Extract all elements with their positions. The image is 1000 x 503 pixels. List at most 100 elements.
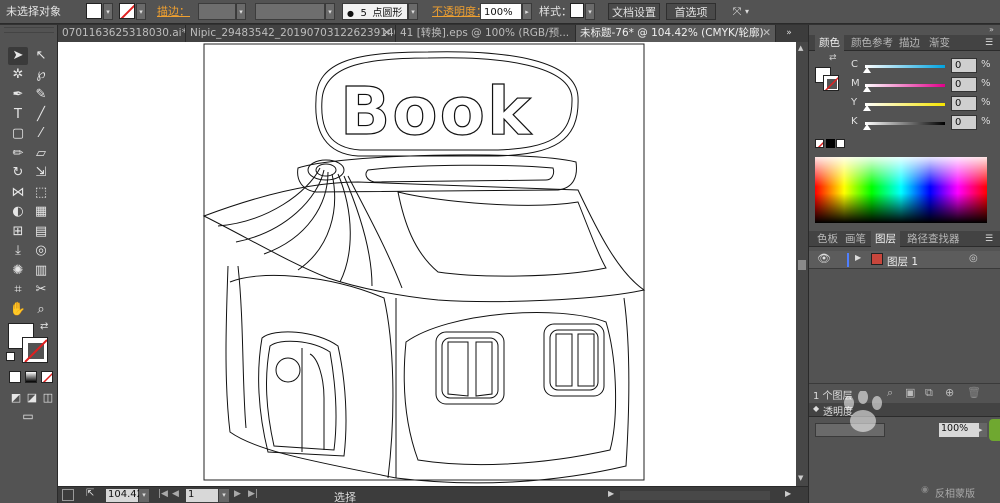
next-artboard-icon[interactable]: ▶	[234, 489, 241, 499]
brush-definition[interactable]: ● 5 点圆形	[342, 3, 408, 20]
zoom-dropdown[interactable]: ▾	[139, 489, 149, 502]
yellow-track[interactable]	[865, 103, 945, 106]
first-artboard-icon[interactable]: |◀	[158, 489, 168, 499]
slider-knob[interactable]	[863, 105, 871, 111]
status-menu-icon[interactable]: ▶	[608, 489, 614, 498]
free-transform-tool-icon[interactable]: ⬚	[31, 184, 51, 202]
artboard-tool-icon[interactable]: ⌗	[8, 281, 28, 299]
default-colors-icon[interactable]	[6, 352, 15, 361]
black-color-icon[interactable]	[826, 139, 835, 148]
layer-name[interactable]: 图层 1	[887, 254, 918, 269]
none-color-icon[interactable]	[815, 139, 824, 148]
magenta-field[interactable]: 0	[951, 77, 977, 92]
tab-color-guide[interactable]: 颜色参考	[847, 35, 897, 51]
style-dropdown[interactable]: ▾	[585, 3, 595, 20]
panel-menu-icon[interactable]: ☰	[985, 231, 993, 247]
color-mode-icon[interactable]	[9, 371, 21, 383]
panel-menu-icon[interactable]: ☰	[985, 35, 993, 51]
black-field[interactable]: 0	[951, 115, 977, 130]
pencil-tool-icon[interactable]: ✏	[8, 145, 28, 163]
mesh-tool-icon[interactable]: ⊞	[8, 223, 28, 241]
arrange-icon[interactable]: ⤧	[727, 3, 747, 20]
horizontal-scrollbar[interactable]	[620, 491, 770, 500]
column-graph-tool-icon[interactable]: ▥	[31, 262, 51, 280]
panel-grip[interactable]	[4, 27, 54, 33]
close-icon[interactable]: ✕	[382, 25, 391, 42]
scroll-right-icon[interactable]: ▶	[785, 489, 791, 498]
stroke-dropdown[interactable]: ▾	[136, 3, 146, 20]
tab-layers[interactable]: 图层	[871, 231, 900, 247]
profile-dropdown[interactable]: ▾	[325, 3, 335, 20]
canvas-area[interactable]: Book	[58, 42, 796, 486]
slice-tool-icon[interactable]: ✂	[31, 281, 51, 299]
gradient-mode-icon[interactable]	[25, 371, 37, 383]
collapse-arrows-icon[interactable]: ◆	[813, 404, 819, 413]
hand-tool-icon[interactable]: ✋	[8, 301, 28, 319]
tab-overflow-icon[interactable]: »	[782, 25, 796, 42]
new-sublayer-icon[interactable]: ⧉	[925, 386, 933, 400]
doc-setup-button[interactable]: 文档设置	[608, 3, 660, 20]
pen-tool-icon[interactable]: ✒	[8, 86, 28, 104]
close-icon[interactable]: ✕	[762, 25, 771, 42]
zoom-tool-icon[interactable]: ⌕	[31, 301, 51, 319]
perspective-grid-tool-icon[interactable]: ▦	[31, 203, 51, 221]
rectangle-tool-icon[interactable]: ▢	[8, 125, 28, 143]
opacity-dropdown[interactable]: ▸	[522, 3, 532, 20]
slider-knob[interactable]	[863, 67, 871, 73]
brush-dropdown[interactable]: ▾	[408, 3, 418, 20]
cyan-track[interactable]	[865, 65, 945, 68]
symbol-sprayer-tool-icon[interactable]: ✺	[8, 262, 28, 280]
black-track[interactable]	[865, 122, 945, 125]
artboard-number-field[interactable]: 1	[186, 489, 218, 502]
artboard-dropdown[interactable]: ▾	[219, 489, 229, 502]
magenta-track[interactable]	[865, 84, 945, 87]
lasso-tool-icon[interactable]: ℘	[31, 66, 51, 84]
stroke-label[interactable]: 描边：	[157, 3, 190, 20]
trash-icon[interactable]: 🗑	[967, 386, 981, 399]
slider-knob[interactable]	[863, 124, 871, 130]
target-circle-icon[interactable]: ◎	[969, 253, 978, 264]
stroke-weight-dropdown[interactable]: ▾	[236, 3, 246, 20]
zoom-field[interactable]: 104.42	[106, 489, 143, 502]
transparency-opacity-field[interactable]: 100%	[939, 423, 979, 437]
prev-artboard-icon[interactable]: ◀	[172, 489, 179, 499]
stroke-swatch[interactable]	[119, 3, 135, 19]
export-icon[interactable]: ⇱	[86, 488, 94, 499]
scale-tool-icon[interactable]: ⇲	[31, 164, 51, 182]
gradient-tool-icon[interactable]: ▤	[31, 223, 51, 241]
tab-brushes[interactable]: 画笔	[841, 231, 870, 247]
tab-gradient[interactable]: 渐变	[925, 35, 954, 51]
selection-tool-icon[interactable]: ➤	[8, 47, 28, 65]
tab-pathfinder[interactable]: 路径查找器	[903, 231, 964, 247]
rotate-tool-icon[interactable]: ↻	[8, 164, 28, 182]
blend-tool-icon[interactable]: ◎	[31, 242, 51, 260]
stroke-color-box[interactable]	[22, 337, 48, 363]
opacity-field[interactable]: 100%	[480, 3, 522, 20]
width-tool-icon[interactable]: ⋈	[8, 184, 28, 202]
preferences-button[interactable]: 首选项	[666, 3, 716, 20]
opacity-label[interactable]: 不透明度：	[432, 3, 487, 20]
tab-stroke[interactable]: 描边	[895, 35, 924, 51]
color-spectrum[interactable]	[815, 157, 987, 223]
fill-swatch[interactable]	[86, 3, 102, 19]
magic-wand-tool-icon[interactable]: ✲	[8, 66, 28, 84]
fill-dropdown[interactable]: ▾	[103, 3, 113, 20]
vertical-scrollbar[interactable]: ▲ ▼	[796, 42, 808, 486]
tab-doc-3[interactable]: 41 [转换].eps @ 100% (RGB/预...	[396, 25, 576, 42]
tab-doc-2[interactable]: Nipic_29483542_20190703122623914086.ai* …	[186, 25, 396, 42]
paintbrush-tool-icon[interactable]: ⁄	[31, 125, 51, 143]
scroll-thumb[interactable]	[798, 260, 806, 270]
tab-swatches[interactable]: 色板	[813, 231, 842, 247]
yellow-field[interactable]: 0	[951, 96, 977, 111]
shape-builder-tool-icon[interactable]: ◐	[8, 203, 28, 221]
artboard-nav-icon[interactable]	[62, 489, 74, 501]
tab-color[interactable]: 颜色	[815, 35, 844, 51]
expand-triangle-icon[interactable]: ▶	[855, 253, 861, 262]
type-tool-icon[interactable]: T	[8, 106, 28, 124]
graphic-style-swatch[interactable]	[570, 3, 584, 18]
slider-knob[interactable]	[863, 86, 871, 92]
side-widget-icon[interactable]	[989, 419, 1000, 441]
tab-doc-4[interactable]: 未标题-76* @ 104.42% (CMYK/轮廓) ✕	[576, 25, 776, 42]
tab-doc-1[interactable]: 0701163625318030.ai*	[58, 25, 186, 42]
visibility-eye-icon[interactable]: 👁	[817, 252, 831, 265]
